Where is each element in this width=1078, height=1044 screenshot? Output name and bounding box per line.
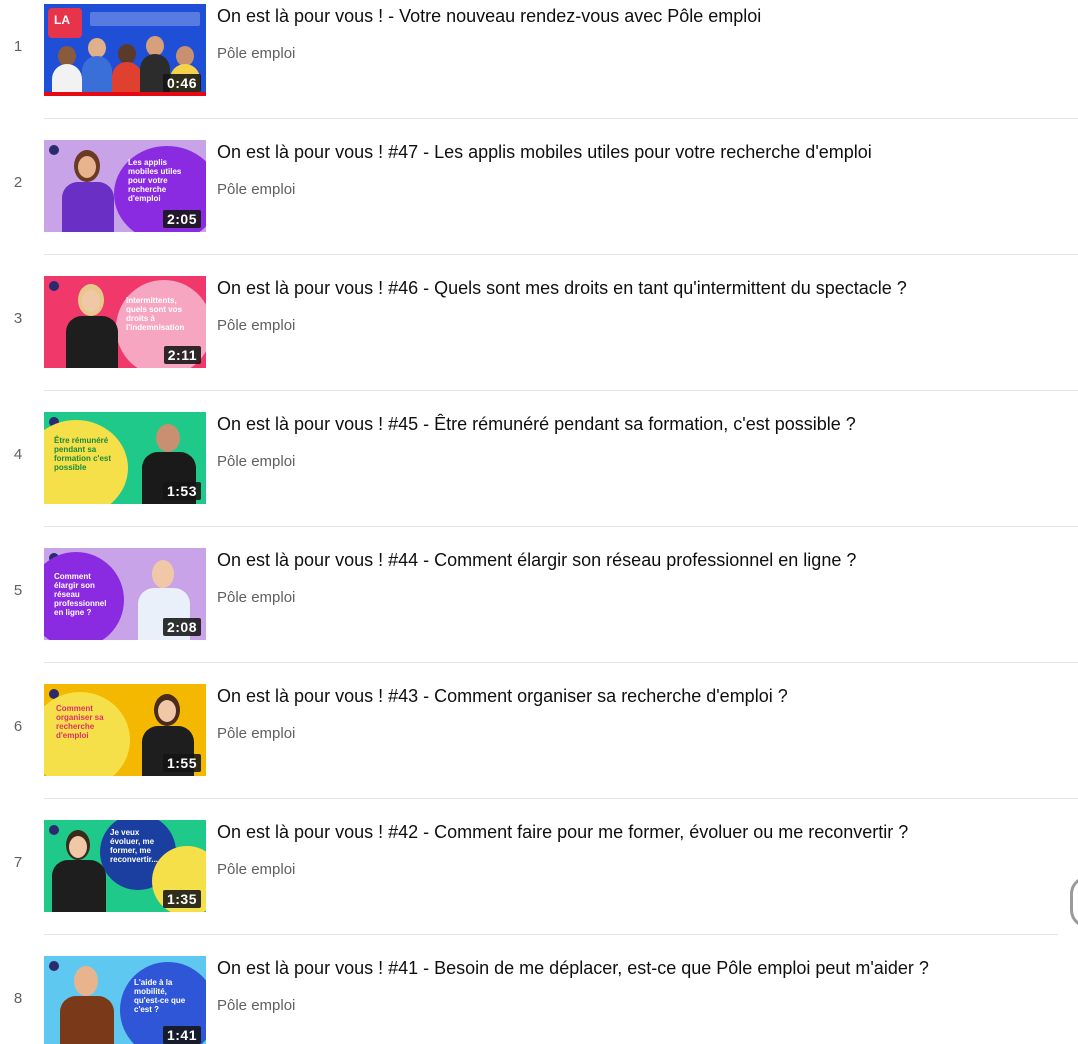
channel-name[interactable]: Pôle emploi	[217, 317, 295, 334]
thumbnail-label: Intermittents, quels sont vos droits à l…	[126, 296, 185, 332]
duration-badge: 2:11	[163, 346, 201, 364]
watch-progress-bar	[44, 92, 206, 96]
duration-badge: 1:55	[162, 754, 201, 772]
playlist-item[interactable]: 5 Comment élargir son réseau professionn…	[0, 544, 1078, 663]
video-thumbnail[interactable]: Comment organiser sa recherche d'emploi …	[44, 684, 206, 776]
playlist-item[interactable]: 8 L'aide à la mobilité, qu'est-ce que c'…	[0, 952, 1078, 1044]
playlist-item[interactable]: 6 Comment organiser sa recherche d'emplo…	[0, 680, 1078, 799]
thumbnail-label: Les applis mobiles utiles pour votre rec…	[128, 158, 182, 203]
video-title[interactable]: On est là pour vous ! #42 - Comment fair…	[217, 822, 1067, 843]
presenter-woman-icon	[58, 146, 118, 232]
row-divider	[44, 254, 1078, 255]
video-thumbnail[interactable]: Être rémunéré pendant sa formation c'est…	[44, 412, 206, 504]
video-title[interactable]: On est là pour vous ! #44 - Comment élar…	[217, 550, 1067, 571]
playlist-item[interactable]: 2 Les applis mobiles utiles pour votre r…	[0, 136, 1078, 255]
row-divider	[44, 662, 1078, 663]
duration-badge: 1:53	[162, 482, 201, 500]
thumbnail-label: Comment élargir son réseau professionnel…	[54, 572, 107, 617]
item-index: 3	[13, 310, 23, 327]
item-index: 8	[13, 990, 23, 1007]
video-thumbnail[interactable]: Intermittents, quels sont vos droits à l…	[44, 276, 206, 368]
row-divider	[44, 118, 1078, 119]
row-divider	[44, 390, 1078, 391]
video-title[interactable]: On est là pour vous ! #46 - Quels sont m…	[217, 278, 1067, 299]
channel-name[interactable]: Pôle emploi	[217, 725, 295, 742]
channel-name[interactable]: Pôle emploi	[217, 589, 295, 606]
video-thumbnail[interactable]: L'aide à la mobilité, qu'est-ce que c'es…	[44, 956, 206, 1044]
row-divider	[44, 526, 1078, 527]
presenter-woman-icon	[52, 826, 106, 912]
item-index: 6	[13, 718, 23, 735]
channel-name[interactable]: Pôle emploi	[217, 453, 295, 470]
playlist-item[interactable]: 1 LA 0:46 On est là pour vous ! - Votre …	[0, 0, 1078, 119]
thumbnail-label: LA	[54, 13, 70, 27]
playlist-panel: 1 LA 0:46 On est là pour vous ! - Votre …	[0, 0, 1078, 1044]
row-divider	[44, 798, 1078, 799]
playlist-item[interactable]: 3 Intermittents, quels sont vos droits à…	[0, 272, 1078, 391]
duration-badge: 1:35	[162, 890, 201, 908]
video-title[interactable]: On est là pour vous ! - Votre nouveau re…	[217, 6, 1067, 27]
thumbnail-label: Comment organiser sa recherche d'emploi	[56, 704, 104, 740]
thumbnail-label: Je veux évoluer, me former, me reconvert…	[110, 828, 159, 864]
video-title[interactable]: On est là pour vous ! #45 - Être rémunér…	[217, 414, 1067, 435]
channel-name[interactable]: Pôle emploi	[217, 181, 295, 198]
item-index: 5	[13, 582, 23, 599]
video-title[interactable]: On est là pour vous ! #41 - Besoin de me…	[217, 958, 1067, 979]
video-title[interactable]: On est là pour vous ! #47 - Les applis m…	[217, 142, 1067, 163]
video-thumbnail[interactable]: LA 0:46	[44, 4, 206, 96]
channel-name[interactable]: Pôle emploi	[217, 861, 295, 878]
duration-badge: 2:08	[162, 618, 201, 636]
pole-emploi-logo-icon	[49, 281, 59, 291]
duration-badge: 0:46	[162, 74, 201, 92]
item-index: 1	[13, 38, 23, 55]
thumbnail-label: Être rémunéré pendant sa formation c'est…	[54, 436, 112, 472]
duration-badge: 2:05	[162, 210, 201, 228]
playlist-item[interactable]: 4 Être rémunéré pendant sa formation c'e…	[0, 408, 1078, 527]
item-index: 2	[13, 174, 23, 191]
thumbnail-label: L'aide à la mobilité, qu'est-ce que c'es…	[134, 978, 186, 1014]
item-index: 4	[13, 446, 23, 463]
channel-name[interactable]: Pôle emploi	[217, 45, 295, 62]
presenter-man-icon	[58, 962, 116, 1044]
video-title[interactable]: On est là pour vous ! #43 - Comment orga…	[217, 686, 1067, 707]
presenter-woman-icon	[64, 282, 120, 368]
video-thumbnail[interactable]: Je veux évoluer, me former, me reconvert…	[44, 820, 206, 912]
playlist-item[interactable]: 7 Je veux évoluer, me former, me reconve…	[0, 816, 1078, 935]
video-thumbnail[interactable]: Comment élargir son réseau professionnel…	[44, 548, 206, 640]
row-divider	[44, 934, 1058, 935]
channel-name[interactable]: Pôle emploi	[217, 997, 295, 1014]
duration-badge: 1:41	[162, 1026, 201, 1044]
item-index: 7	[13, 854, 23, 871]
video-thumbnail[interactable]: Les applis mobiles utiles pour votre rec…	[44, 140, 206, 232]
